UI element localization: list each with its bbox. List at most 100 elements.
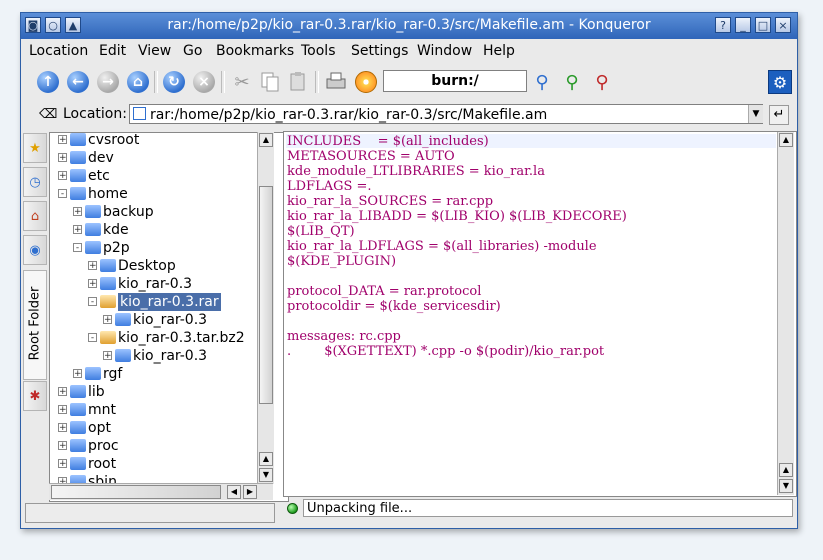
menu-window[interactable]: Window: [417, 43, 472, 59]
scroll-right-icon[interactable]: ▶: [243, 485, 257, 499]
tree-item[interactable]: - kio_rar-0.3.tar.bz2: [50, 329, 288, 347]
tree-item[interactable]: + Desktop: [50, 257, 288, 275]
print-icon[interactable]: [323, 69, 349, 95]
go-button[interactable]: ↵: [769, 105, 789, 125]
tree-item[interactable]: + proc: [50, 437, 288, 455]
maximize-button[interactable]: □: [755, 17, 771, 33]
scroll-up-icon[interactable]: ▲: [259, 452, 273, 466]
tree-item[interactable]: + kio_rar-0.3: [50, 311, 288, 329]
collapse-icon[interactable]: -: [88, 333, 97, 343]
home-icon[interactable]: ⌂: [125, 69, 151, 95]
tree-item[interactable]: + kio_rar-0.3: [50, 275, 288, 293]
location-value: rar:/home/p2p/kio_rar-0.3.rar/kio_rar-0.…: [150, 107, 548, 123]
tree-item[interactable]: + cvsroot: [50, 133, 288, 149]
expand-icon[interactable]: +: [103, 315, 112, 325]
help-button[interactable]: ?: [715, 17, 731, 33]
menu-tools[interactable]: Tools: [301, 43, 336, 59]
menu-location[interactable]: Location: [29, 43, 88, 59]
menu-edit[interactable]: Edit: [99, 43, 126, 59]
text-editor[interactable]: INCLUDES = $(all_includes) METASOURCES = …: [283, 131, 797, 497]
konqueror-window: ◙ ○ ▲ rar:/home/p2p/kio_rar-0.3.rar/kio_…: [20, 12, 798, 529]
scroll-thumb[interactable]: [259, 186, 273, 404]
burn-field[interactable]: burn:/: [383, 70, 527, 92]
burn-icon[interactable]: [353, 69, 379, 95]
collapse-icon[interactable]: -: [88, 297, 97, 307]
scroll-up-icon[interactable]: ▲: [779, 133, 793, 147]
expand-icon[interactable]: +: [88, 279, 97, 289]
collapse-icon[interactable]: -: [73, 243, 82, 253]
up-icon[interactable]: ↑: [35, 69, 61, 95]
services-icon[interactable]: ✱: [23, 381, 47, 411]
scroll-left-icon[interactable]: ◀: [227, 485, 241, 499]
tree-item[interactable]: + kde: [50, 221, 288, 239]
window-menu-icon[interactable]: ◙: [25, 17, 41, 33]
scroll-up-icon[interactable]: ▲: [779, 463, 793, 477]
expand-icon[interactable]: +: [58, 459, 67, 469]
tree-item[interactable]: + etc: [50, 167, 288, 185]
scroll-up-icon[interactable]: ▲: [259, 133, 273, 147]
clear-location-icon[interactable]: ⌫: [39, 107, 57, 122]
expand-icon[interactable]: +: [58, 423, 67, 433]
reload-icon[interactable]: ↻: [161, 69, 187, 95]
tree-item[interactable]: + opt: [50, 419, 288, 437]
menu-settings[interactable]: Settings: [351, 43, 408, 59]
sticky-icon[interactable]: ○: [45, 17, 61, 33]
location-input[interactable]: rar:/home/p2p/kio_rar-0.3.rar/kio_rar-0.…: [129, 104, 763, 124]
home-folder-icon[interactable]: ⌂: [23, 201, 47, 231]
title-bar[interactable]: ◙ ○ ▲ rar:/home/p2p/kio_rar-0.3.rar/kio_…: [21, 13, 797, 39]
back-icon[interactable]: ←: [65, 69, 91, 95]
forward-icon[interactable]: →: [95, 69, 121, 95]
collapse-icon[interactable]: -: [58, 189, 67, 199]
expand-icon[interactable]: +: [58, 387, 67, 397]
expand-icon[interactable]: +: [58, 135, 67, 145]
expand-icon[interactable]: +: [58, 153, 67, 163]
tree-item[interactable]: + root: [50, 455, 288, 473]
zoom-in-icon[interactable]: ⚲: [559, 69, 585, 95]
tree-item[interactable]: + lib: [50, 383, 288, 401]
copy-icon[interactable]: [257, 69, 283, 95]
tree-item[interactable]: + kio_rar-0.3: [50, 347, 288, 365]
editor-vertical-scrollbar[interactable]: ▲ ▲ ▼: [777, 132, 794, 495]
folder-tree[interactable]: + cvsroot + dev + etc - home + backup + kde - p2p + Des…: [49, 132, 289, 502]
paste-icon[interactable]: [285, 69, 311, 95]
expand-icon[interactable]: +: [73, 369, 82, 379]
menu-bookmarks[interactable]: Bookmarks: [216, 43, 294, 59]
tree-item[interactable]: + rgf: [50, 365, 288, 383]
scroll-thumb[interactable]: [51, 485, 221, 499]
tree-item[interactable]: + dev: [50, 149, 288, 167]
tree-item[interactable]: - home: [50, 185, 288, 203]
tree-item[interactable]: - p2p: [50, 239, 288, 257]
expand-icon[interactable]: +: [58, 171, 67, 181]
menu-go[interactable]: Go: [183, 43, 202, 59]
menu-help[interactable]: Help: [483, 43, 515, 59]
cut-icon[interactable]: ✂: [229, 69, 255, 95]
minimize-button[interactable]: _: [735, 17, 751, 33]
tree-item-label: mnt: [88, 402, 116, 418]
expand-icon[interactable]: +: [58, 405, 67, 415]
root-folder-tab[interactable]: Root Folder: [23, 270, 47, 380]
tree-item[interactable]: + backup: [50, 203, 288, 221]
sidebar-status: [25, 503, 275, 523]
expand-icon[interactable]: +: [103, 351, 112, 361]
tree-item[interactable]: + mnt: [50, 401, 288, 419]
history-icon[interactable]: ◷: [23, 167, 47, 197]
expand-icon[interactable]: +: [73, 207, 82, 217]
location-dropdown-icon[interactable]: ▼: [748, 105, 763, 123]
scroll-down-icon[interactable]: ▼: [779, 479, 793, 493]
close-button[interactable]: ×: [775, 17, 791, 33]
shade-icon[interactable]: ▲: [65, 17, 81, 33]
tree-horizontal-scrollbar[interactable]: ◀ ▶: [49, 483, 273, 500]
konqueror-gear-icon[interactable]: ⚙: [767, 69, 793, 95]
expand-icon[interactable]: +: [73, 225, 82, 235]
expand-icon[interactable]: +: [58, 441, 67, 451]
network-icon[interactable]: ◉: [23, 235, 47, 265]
zoom-icon[interactable]: ⚲: [529, 69, 555, 95]
stop-icon[interactable]: ×: [191, 69, 217, 95]
zoom-out-icon[interactable]: ⚲: [589, 69, 615, 95]
scroll-down-icon[interactable]: ▼: [259, 468, 273, 482]
menu-view[interactable]: View: [138, 43, 171, 59]
tree-vertical-scrollbar[interactable]: ▲ ▲ ▼: [257, 132, 274, 484]
bookmarks-icon[interactable]: ★: [23, 133, 47, 163]
tree-item[interactable]: - kio_rar-0.3.rar: [50, 293, 288, 311]
expand-icon[interactable]: +: [88, 261, 97, 271]
